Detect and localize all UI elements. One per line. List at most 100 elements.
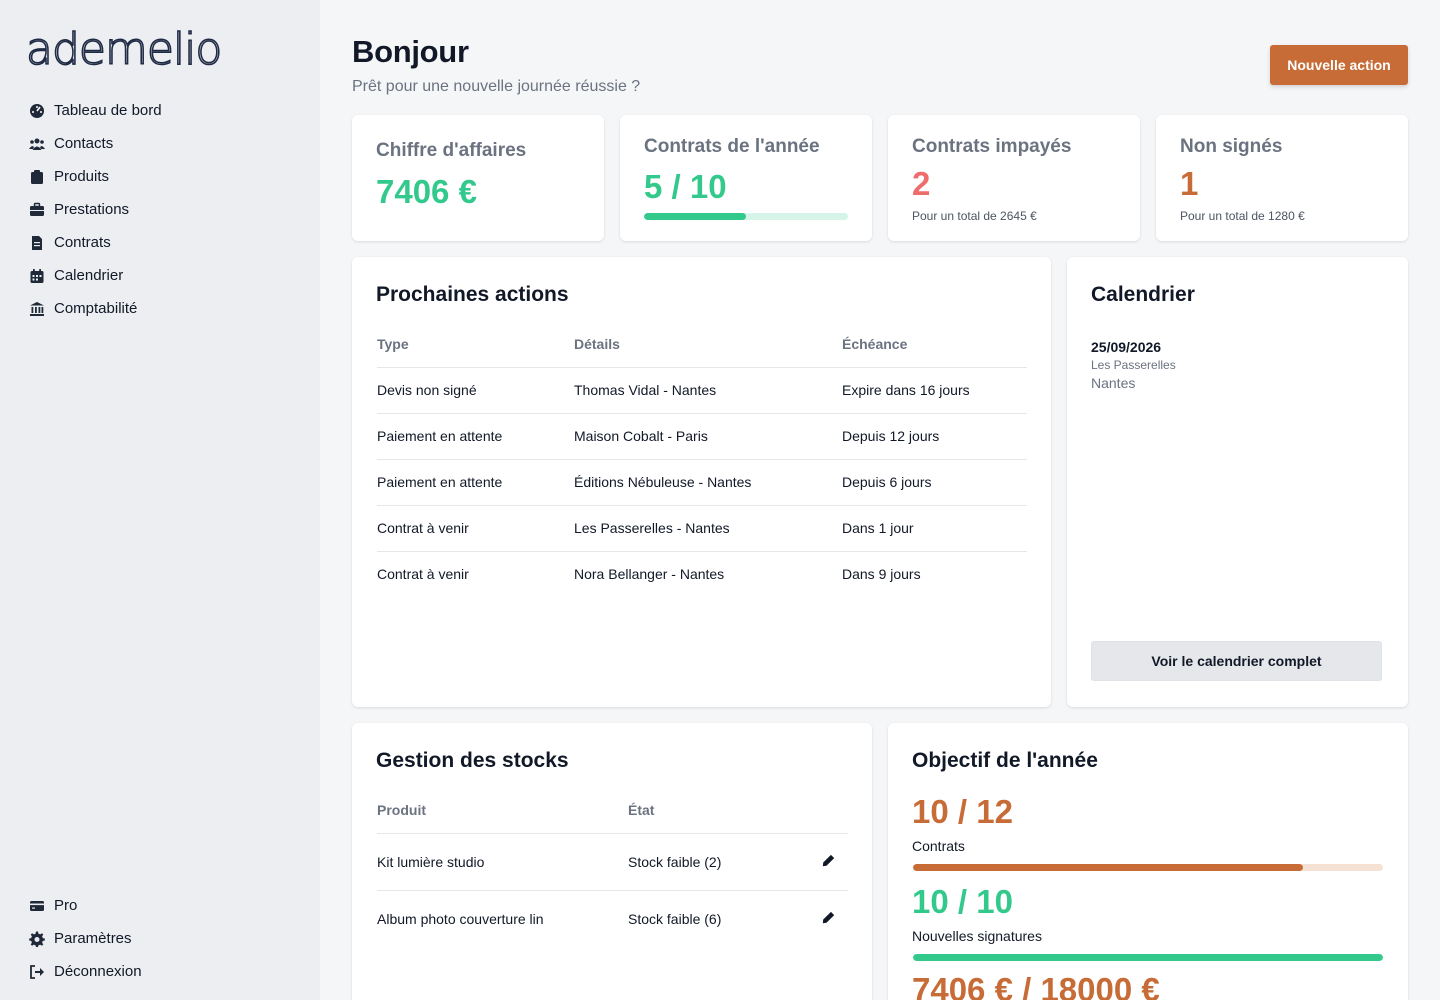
unpaid-subtext: Pour un total de 2645 €: [912, 209, 1037, 223]
sidebar-item-dashboard[interactable]: Tableau de bord: [28, 94, 162, 127]
calendar-card: Calendrier 25/09/2026 Les Passerelles Na…: [1067, 257, 1408, 707]
sidebar-item-logout[interactable]: Déconnexion: [28, 955, 142, 988]
sidebar-item-products[interactable]: Produits: [28, 160, 162, 193]
column-header-state: État: [628, 787, 808, 834]
goal-signatures-progress-fill: [913, 954, 1383, 961]
sidebar-item-contracts[interactable]: Contrats: [28, 226, 162, 259]
table-row[interactable]: Contrat à venir Les Passerelles - Nantes…: [377, 505, 1027, 552]
action-details: Nora Bellanger - Nantes: [574, 566, 725, 583]
table-row[interactable]: Contrat à venir Nora Bellanger - Nantes …: [377, 551, 1027, 597]
contracts-year-progress-fill: [644, 213, 746, 220]
unsigned-title: Non signés: [1180, 136, 1283, 157]
action-due: Expire dans 16 jours: [842, 367, 1027, 414]
sidebar-item-label: Déconnexion: [54, 963, 142, 980]
goal-contracts-progress: [913, 864, 1383, 871]
column-header-type: Type: [377, 321, 574, 368]
table-row: Kit lumière studio Stock faible (2): [377, 833, 848, 891]
goal-signatures-progress: [913, 954, 1383, 961]
calendar-icon: [28, 267, 46, 285]
action-type: Contrat à venir: [377, 566, 469, 583]
brand-logo[interactable]: ademelio: [26, 18, 226, 74]
box-icon: [28, 168, 46, 186]
page-subtitle: Prêt pour une nouvelle journée réussie ?: [352, 78, 641, 95]
table-row[interactable]: Devis non signé Thomas Vidal - Nantes Ex…: [377, 367, 1027, 414]
revenue-card: Chiffre d'affaires 7406 €: [352, 115, 604, 241]
action-details: Les Passerelles - Nantes: [574, 505, 842, 552]
contract-icon: [28, 234, 46, 252]
action-type: Devis non signé: [377, 367, 574, 414]
sidebar-item-services[interactable]: Prestations: [28, 193, 162, 226]
goal-revenue-value: 7406 € / 18000 €: [912, 971, 1160, 1000]
edit-button[interactable]: [808, 890, 848, 947]
sidebar-item-settings[interactable]: Paramètres: [28, 922, 142, 955]
action-due: Depuis 6 jours: [842, 459, 1027, 506]
edit-button[interactable]: [808, 833, 848, 891]
sidebar-item-label: Contacts: [54, 135, 114, 152]
action-due: Dans 1 jour: [842, 505, 1027, 552]
action-due: Dans 9 jours: [842, 566, 921, 583]
column-header-product: Produit: [377, 787, 628, 834]
new-action-button[interactable]: Nouvelle action: [1270, 45, 1408, 85]
action-type: Paiement en attente: [377, 413, 574, 460]
sidebar-bottom-nav: Pro Paramètres Déconnexion: [28, 889, 142, 988]
action-type: Contrat à venir: [377, 505, 574, 552]
table-row: Album photo couverture lin Stock faible …: [377, 890, 848, 947]
svg-text:ademelio: ademelio: [26, 24, 221, 74]
page-title: Bonjour: [352, 34, 469, 69]
column-header-actions: [808, 787, 848, 834]
contracts-year-progress: [644, 213, 848, 220]
unsigned-value: 1: [1180, 165, 1199, 202]
sidebar-item-label: Tableau de bord: [54, 102, 162, 119]
sidebar-item-label: Prestations: [54, 201, 130, 218]
sidebar-item-pro[interactable]: Pro: [28, 889, 142, 922]
sidebar-item-label: Comptabilité: [54, 300, 138, 317]
yearly-goal-card: Objectif de l'année 10 / 12 Contrats 10 …: [888, 723, 1408, 1000]
credit-card-icon: [28, 897, 46, 915]
action-type: Paiement en attente: [377, 459, 574, 506]
event-date[interactable]: 25/09/2026: [1091, 339, 1161, 355]
action-details: Éditions Nébuleuse - Nantes: [574, 459, 842, 506]
stock-state: Stock faible (2): [628, 833, 808, 891]
goal-contracts-label: Contrats: [912, 838, 965, 854]
goal-contracts-progress-fill: [913, 864, 1304, 871]
revenue-title: Chiffre d'affaires: [376, 140, 527, 161]
event-name: Les Passerelles: [1091, 358, 1176, 372]
goal-signatures-label: Nouvelles signatures: [912, 928, 1042, 944]
revenue-value: 7406 €: [376, 173, 477, 210]
full-calendar-button[interactable]: Voir le calendrier complet: [1091, 641, 1382, 681]
stock-product: Album photo couverture lin: [377, 910, 544, 927]
unpaid-card: Contrats impayés 2 Pour un total de 2645…: [888, 115, 1140, 241]
stock-product: Kit lumière studio: [377, 833, 628, 891]
dashboard-icon: [28, 102, 46, 120]
unpaid-title: Contrats impayés: [912, 136, 1072, 157]
sidebar-item-accounting[interactable]: Comptabilité: [28, 292, 162, 325]
unsigned-card: Non signés 1 Pour un total de 1280 €: [1156, 115, 1408, 241]
briefcase-icon: [28, 201, 46, 219]
sidebar-item-label: Contrats: [54, 234, 111, 251]
unsigned-subtext: Pour un total de 1280 €: [1180, 209, 1305, 223]
logout-icon: [28, 963, 46, 981]
pencil-icon: [822, 911, 835, 927]
stock-state: Stock faible (6): [628, 910, 722, 927]
sidebar-item-label: Paramètres: [54, 930, 132, 947]
bank-icon: [28, 300, 46, 318]
sidebar-item-label: Calendrier: [54, 267, 124, 284]
stock-card: Gestion des stocks Produit État Kit lumi…: [352, 723, 872, 1000]
sidebar-nav: Tableau de bord Contacts Produits Presta…: [28, 94, 162, 325]
contracts-year-title: Contrats de l'année: [644, 136, 820, 157]
pencil-icon: [822, 854, 835, 870]
sidebar: ademelio Tableau de bord Contacts Produi…: [0, 0, 320, 1000]
goal-contracts-value: 10 / 12: [912, 793, 1013, 830]
contracts-year-card: Contrats de l'année 5 / 10: [620, 115, 872, 241]
next-actions-title: Prochaines actions: [376, 283, 569, 306]
sidebar-item-contacts[interactable]: Contacts: [28, 127, 162, 160]
action-details: Thomas Vidal - Nantes: [574, 367, 842, 414]
sidebar-item-label: Pro: [54, 897, 78, 914]
column-header-due: Échéance: [842, 321, 1027, 368]
table-row[interactable]: Paiement en attente Éditions Nébuleuse -…: [377, 459, 1027, 506]
column-header-details: Détails: [574, 321, 842, 368]
table-row[interactable]: Paiement en attente Maison Cobalt - Pari…: [377, 413, 1027, 460]
yearly-goal-title: Objectif de l'année: [912, 749, 1098, 772]
calendar-title: Calendrier: [1091, 283, 1195, 306]
sidebar-item-calendar[interactable]: Calendrier: [28, 259, 162, 292]
